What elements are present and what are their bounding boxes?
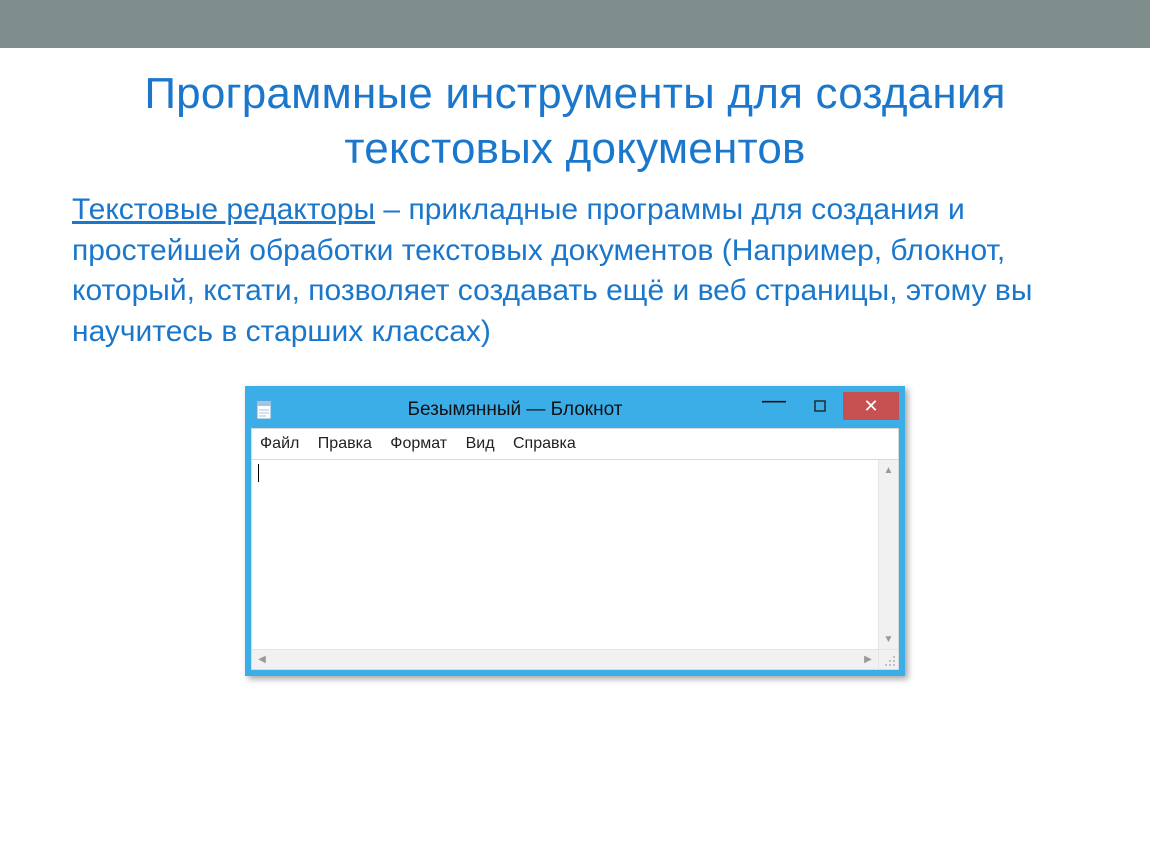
resize-grip-icon[interactable] [884, 655, 896, 667]
menu-file[interactable]: Файл [260, 435, 299, 453]
scroll-left-icon: ◀ [252, 650, 272, 669]
notepad-figure: Безымянный — Блокнот — ✕ Фай [72, 386, 1078, 676]
horizontal-scrollbar[interactable]: ◀ ▶ [252, 649, 878, 669]
scroll-corner [878, 649, 898, 669]
menu-help[interactable]: Справка [513, 435, 576, 453]
slide-title: Программные инструменты для создания тек… [72, 66, 1078, 176]
vertical-scrollbar[interactable]: ▲ ▼ [878, 460, 898, 649]
notepad-editor-area: ▲ ▼ ◀ ▶ [251, 460, 899, 670]
slide-topbar [0, 0, 1150, 48]
scroll-up-icon: ▲ [879, 460, 898, 480]
slide-paragraph: Текстовые редакторы – прикладные програм… [72, 190, 1078, 352]
scroll-down-icon: ▼ [879, 629, 898, 649]
scroll-right-icon: ▶ [858, 650, 878, 669]
notepad-window: Безымянный — Блокнот — ✕ Фай [245, 386, 905, 676]
text-caret [258, 464, 259, 482]
menu-format[interactable]: Формат [390, 435, 447, 453]
notepad-menubar: Файл Правка Формат Вид Справка [251, 428, 899, 460]
notepad-window-title: Безымянный — Блокнот [241, 399, 789, 421]
notepad-titlebar[interactable]: Безымянный — Блокнот — ✕ [251, 392, 899, 428]
maximize-button[interactable] [797, 392, 843, 420]
menu-view[interactable]: Вид [466, 435, 495, 453]
maximize-icon [814, 400, 826, 412]
close-button[interactable]: ✕ [843, 392, 899, 420]
menu-edit[interactable]: Правка [318, 435, 372, 453]
notepad-textarea[interactable] [252, 460, 878, 649]
close-icon: ✕ [863, 396, 878, 417]
paragraph-lead: Текстовые редакторы [72, 193, 375, 226]
window-controls: — ✕ [751, 392, 899, 420]
slide-content: Программные инструменты для создания тек… [0, 48, 1150, 676]
minimize-button[interactable]: — [751, 392, 797, 420]
